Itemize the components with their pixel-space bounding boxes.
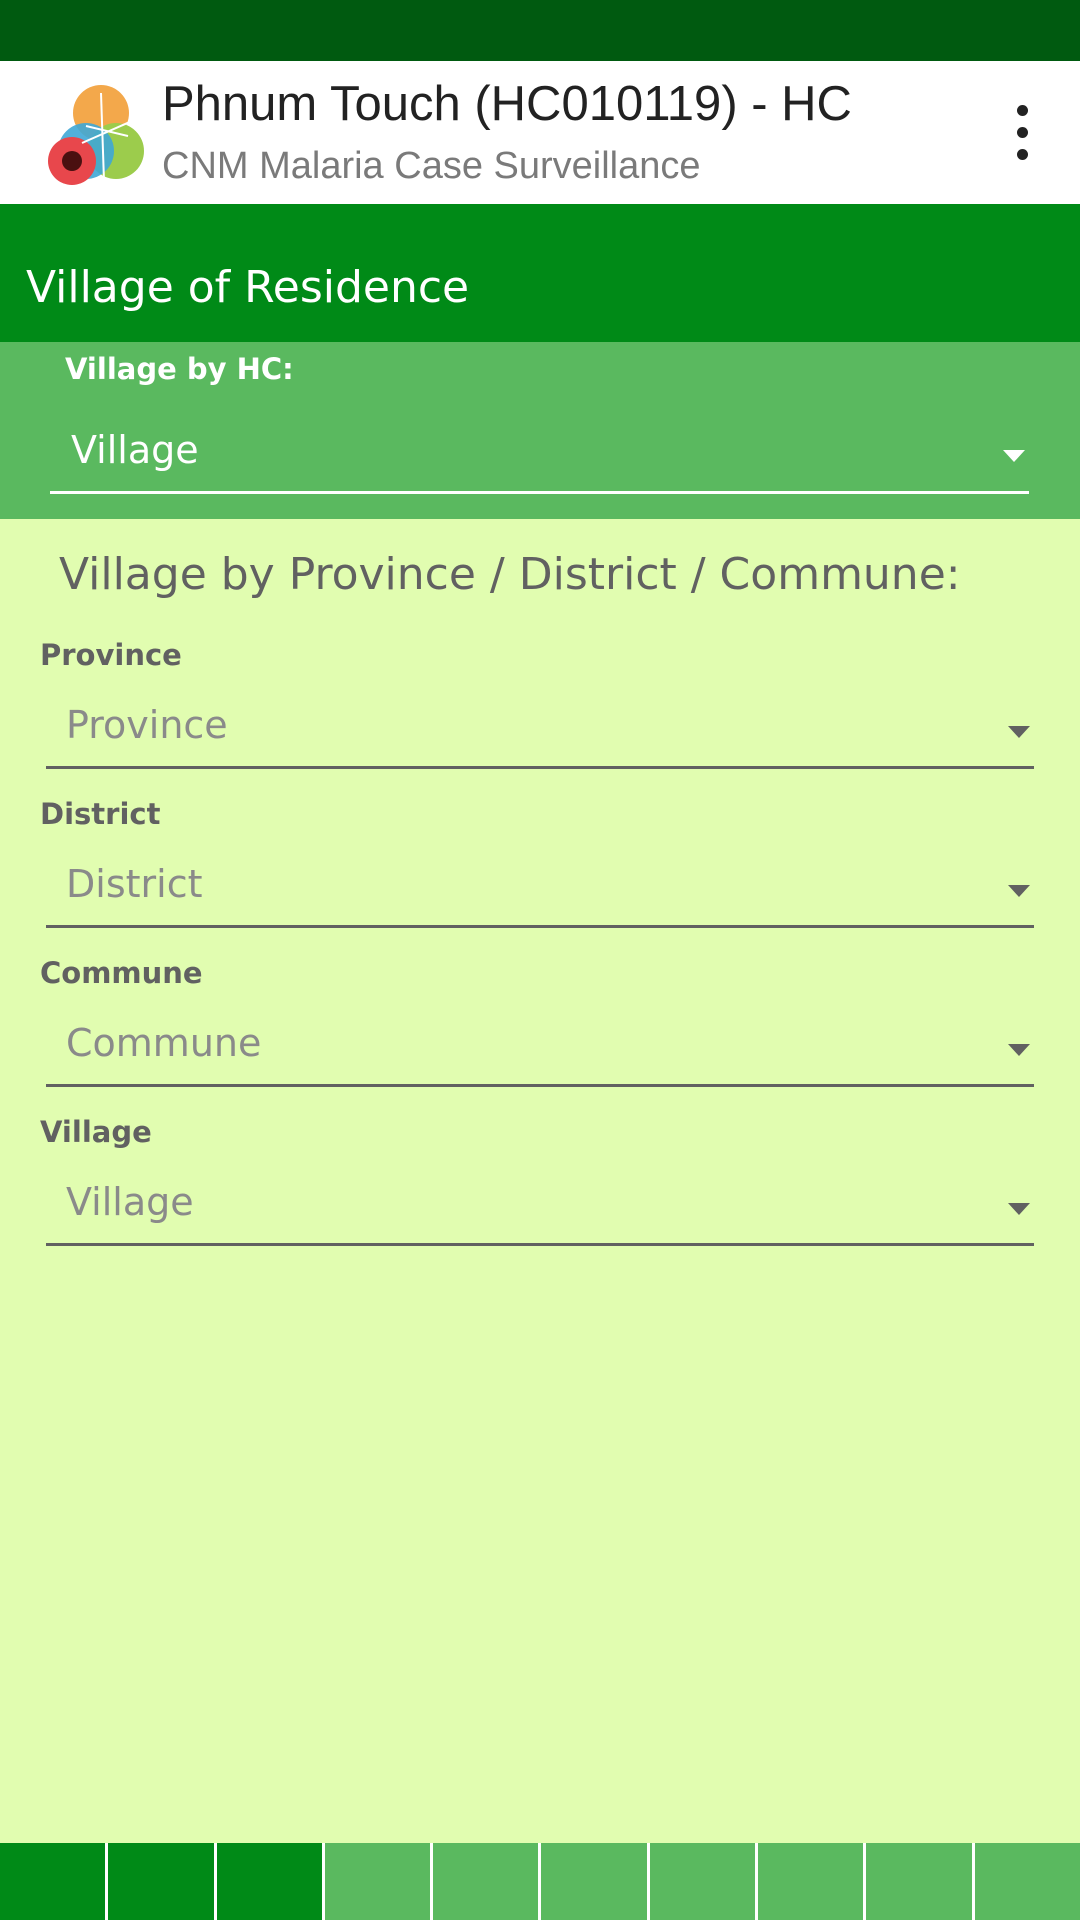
section-header: Village of Residence [0,204,1080,342]
province-select[interactable]: Province [46,697,1034,769]
page-segment[interactable] [863,1843,972,1920]
app-bar: Phnum Touch (HC010119) - HC CNM Malaria … [0,61,1080,204]
dropdown-arrow-icon [1008,1044,1030,1056]
page-segment[interactable] [646,1843,756,1920]
dropdown-arrow-icon [1008,726,1030,738]
page-segment[interactable] [213,1843,322,1920]
village-by-hc-panel: Village by HC: Village [0,342,1080,519]
district-select[interactable]: District [46,856,1034,928]
commune-placeholder: Commune [66,1021,262,1065]
village-placeholder: Village [66,1180,194,1224]
village-by-hc-value: Village [71,428,199,472]
district-placeholder: District [66,862,203,906]
page-segment[interactable] [971,1843,1080,1920]
province-placeholder: Province [66,703,228,747]
more-vert-icon[interactable] [1006,105,1040,161]
page-segment[interactable] [538,1843,647,1920]
village-by-hc-select[interactable]: Village [50,424,1029,494]
dropdown-arrow-icon [1003,450,1025,462]
page-segment[interactable] [321,1843,431,1920]
village-label: Village [40,1115,152,1149]
dropdown-arrow-icon [1008,1203,1030,1215]
village-by-hc-label: Village by HC: [65,352,294,386]
district-label: District [40,797,161,831]
commune-select[interactable]: Commune [46,1015,1034,1087]
commune-label: Commune [40,956,203,990]
dropdown-arrow-icon [1008,885,1030,897]
page-segment[interactable] [0,1843,106,1920]
page-segment[interactable] [430,1843,539,1920]
app-subtitle: CNM Malaria Case Surveillance [162,145,701,187]
page-segment[interactable] [755,1843,864,1920]
province-label: Province [40,638,182,672]
section-title: Village of Residence [26,262,470,313]
malaria-mosquito-logo-icon [48,85,144,185]
village-select[interactable]: Village [46,1174,1034,1246]
location-form-heading: Village by Province / District / Commune… [59,549,961,600]
status-bar [0,0,1080,61]
page-progress-bar [0,1843,1080,1920]
app-title: Phnum Touch (HC010119) - HC [162,77,852,131]
page-segment[interactable] [105,1843,214,1920]
